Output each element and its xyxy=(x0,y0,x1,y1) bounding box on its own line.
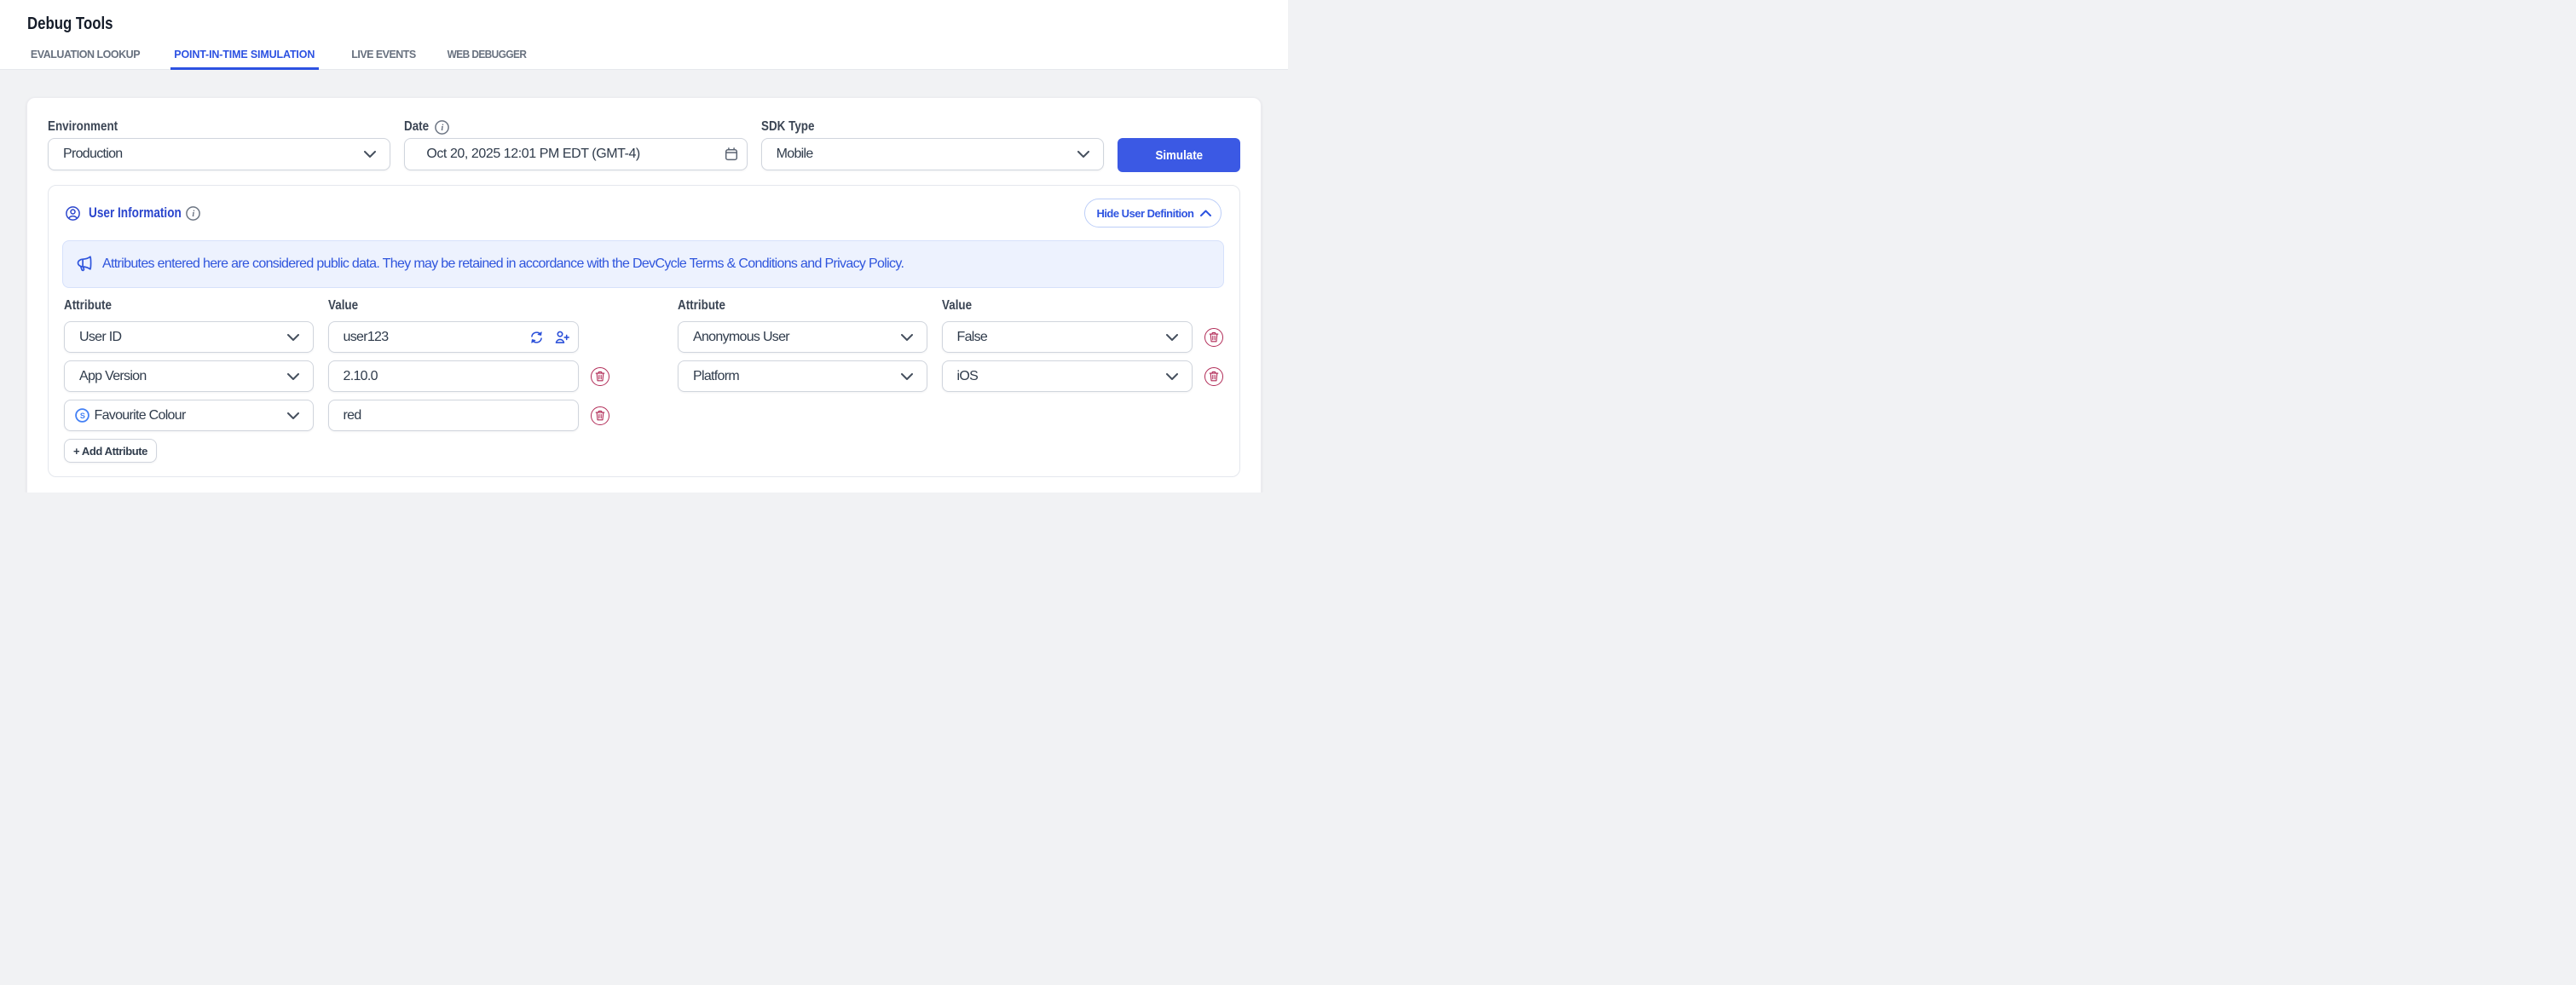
svg-text:i: i xyxy=(192,210,194,219)
svg-text:i: i xyxy=(441,124,443,133)
svg-text:S: S xyxy=(79,412,84,420)
